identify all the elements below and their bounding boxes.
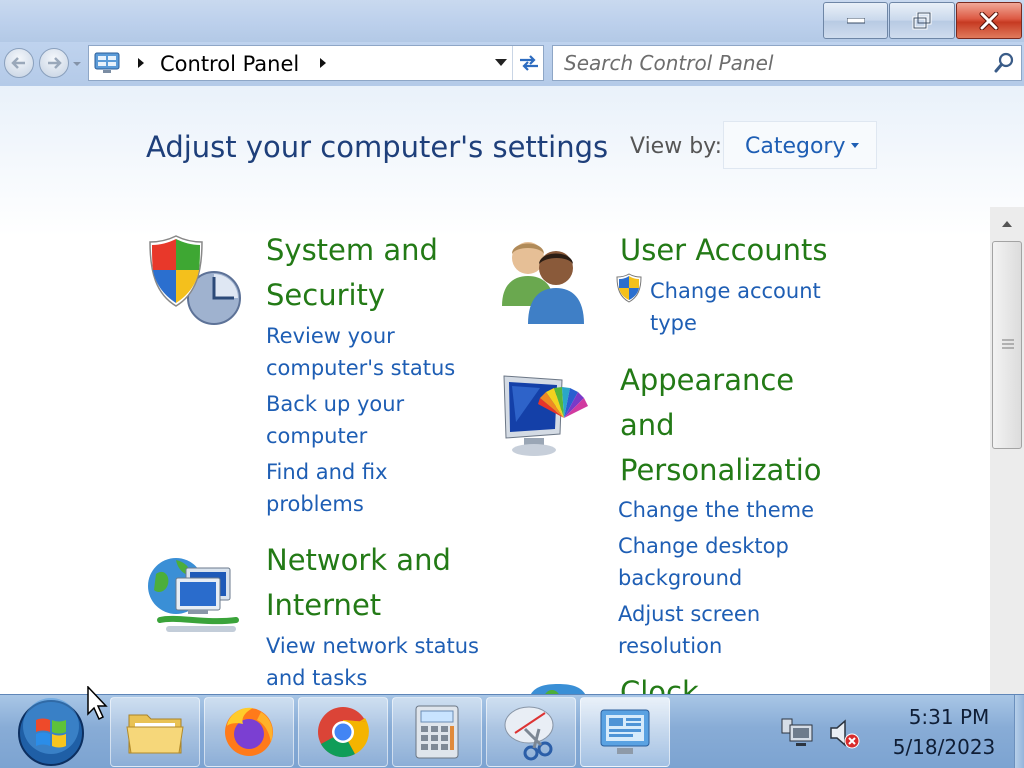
- restore-button[interactable]: [889, 2, 955, 39]
- view-by-label: View by:: [630, 134, 722, 159]
- user-accounts-heading[interactable]: User Accounts: [620, 228, 828, 273]
- change-background-link-line2[interactable]: background: [618, 562, 742, 594]
- appearance-heading-line2[interactable]: and: [620, 403, 675, 448]
- start-button-windows-icon[interactable]: [16, 698, 86, 768]
- user-accounts-icon[interactable]: [498, 236, 598, 328]
- close-icon: [979, 11, 999, 30]
- clock-time[interactable]: 5:31 PM: [886, 705, 1012, 729]
- system-security-heading[interactable]: System and: [266, 228, 438, 273]
- minimize-icon: [846, 17, 865, 23]
- clock-date[interactable]: 5/18/2023: [876, 735, 1012, 759]
- firefox-icon: [225, 707, 273, 756]
- taskbar-firefox[interactable]: [204, 697, 294, 767]
- shield-security-icon[interactable]: [146, 232, 246, 328]
- adjust-resolution-link[interactable]: Adjust screen: [618, 598, 760, 630]
- breadcrumb-control-panel[interactable]: Control Panel: [160, 52, 299, 76]
- network-tray-icon[interactable]: [780, 717, 814, 749]
- chevron-down-icon: [851, 143, 859, 148]
- breadcrumb-chevron-right-icon[interactable]: [137, 57, 145, 69]
- taskbar: 5:31 PM 5/18/2023: [0, 694, 1024, 768]
- change-background-link[interactable]: Change desktop: [618, 530, 789, 562]
- forward-arrow-icon: [48, 57, 62, 69]
- network-status-link[interactable]: View network status: [266, 630, 479, 662]
- network-heading[interactable]: Network and: [266, 538, 451, 583]
- scroll-up-arrow-icon[interactable]: [990, 207, 1024, 241]
- grip-icon: [1002, 339, 1014, 349]
- clock-heading[interactable]: Clock: [620, 670, 699, 694]
- minimize-button[interactable]: [823, 2, 888, 39]
- navigation-bar: Control Panel: [0, 42, 1024, 86]
- change-account-type-link-line2[interactable]: type: [650, 307, 697, 339]
- search-box[interactable]: [552, 45, 1022, 81]
- change-theme-link[interactable]: Change the theme: [618, 494, 814, 526]
- search-icon[interactable]: [993, 52, 1015, 74]
- window-title-bar: [0, 0, 1024, 42]
- vertical-scrollbar[interactable]: [990, 207, 1024, 694]
- backup-link-line2[interactable]: computer: [266, 420, 367, 452]
- show-desktop-button[interactable]: [1014, 695, 1024, 768]
- search-input[interactable]: [553, 46, 994, 80]
- taskbar-control-panel[interactable]: [580, 697, 670, 767]
- appearance-heading[interactable]: Appearance: [620, 358, 794, 403]
- change-account-type-link[interactable]: Change account: [650, 275, 821, 307]
- taskbar-snipping-tool[interactable]: [486, 697, 576, 767]
- find-fix-link[interactable]: Find and fix: [266, 456, 388, 488]
- network-status-link-line2[interactable]: and tasks: [266, 662, 367, 694]
- control-panel-icon: [600, 709, 650, 754]
- address-separator: [512, 46, 513, 80]
- address-history-chevron-down-icon[interactable]: [495, 59, 507, 67]
- appearance-heading-line3[interactable]: Personalizatio: [620, 448, 822, 493]
- taskbar-file-explorer[interactable]: [110, 697, 200, 767]
- chrome-icon: [318, 707, 369, 758]
- find-fix-link-line2[interactable]: problems: [266, 488, 364, 520]
- system-security-heading-line2[interactable]: Security: [266, 273, 385, 318]
- calculator-icon: [415, 705, 459, 759]
- back-button[interactable]: [4, 48, 34, 78]
- uac-shield-icon: [616, 273, 642, 303]
- restore-icon: [912, 11, 932, 29]
- breadcrumb-chevron-right-icon[interactable]: [319, 57, 327, 69]
- control-panel-icon: [94, 52, 120, 73]
- appearance-monitor-icon[interactable]: [500, 372, 596, 462]
- recent-pages-chevron-down-icon[interactable]: [71, 58, 83, 70]
- close-button[interactable]: [956, 2, 1022, 39]
- view-by-dropdown[interactable]: Category: [723, 121, 877, 169]
- address-bar[interactable]: Control Panel: [88, 45, 544, 81]
- forward-button[interactable]: [39, 48, 69, 78]
- clock-language-region-icon[interactable]: [526, 684, 590, 694]
- network-globe-icon[interactable]: [146, 550, 246, 640]
- backup-link[interactable]: Back up your: [266, 388, 404, 420]
- back-arrow-icon: [11, 57, 25, 69]
- review-status-link[interactable]: Review your: [266, 320, 395, 352]
- review-status-link-line2[interactable]: computer's status: [266, 352, 455, 384]
- snipping-tool-icon: [504, 706, 554, 761]
- view-by-value[interactable]: Category: [745, 134, 846, 159]
- adjust-resolution-link-line2[interactable]: resolution: [618, 630, 722, 662]
- network-heading-line2[interactable]: Internet: [266, 583, 381, 628]
- page-title: Adjust your computer's settings: [146, 130, 609, 164]
- control-panel-content: Adjust your computer's settings View by:…: [0, 86, 1024, 694]
- volume-muted-icon[interactable]: [828, 717, 862, 749]
- folder-icon: [126, 714, 184, 754]
- taskbar-chrome[interactable]: [298, 697, 388, 767]
- mouse-cursor-icon: [87, 686, 108, 721]
- taskbar-calculator[interactable]: [392, 697, 482, 767]
- scrollbar-thumb[interactable]: [992, 241, 1022, 449]
- refresh-icon[interactable]: [516, 51, 542, 75]
